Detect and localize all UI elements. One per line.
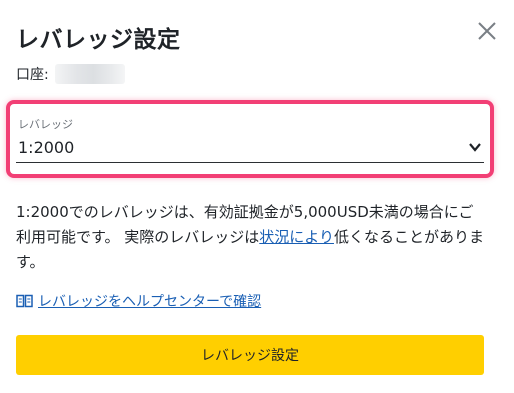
account-label: 口座: xyxy=(16,67,49,83)
chevron-down-icon xyxy=(469,143,481,152)
conditions-link[interactable]: 状況により xyxy=(259,228,334,246)
close-icon[interactable] xyxy=(474,18,500,44)
book-icon xyxy=(16,294,33,308)
leverage-value: 1:2000 xyxy=(18,138,75,157)
dialog-title: レバレッジ設定 xyxy=(16,27,181,53)
account-number-blurred xyxy=(54,64,125,84)
leverage-select[interactable]: レバレッジ 1:2000 xyxy=(16,112,484,163)
leverage-description: 1:2000でのレバレッジは、有効証拠金が5,000USD未満の場合にご利用可能… xyxy=(16,200,486,275)
help-link-label: レバレッジをヘルプセンターで確認 xyxy=(38,294,262,310)
account-row: 口座: xyxy=(16,64,125,84)
help-center-link[interactable]: レバレッジをヘルプセンターで確認 xyxy=(16,291,261,311)
set-leverage-button[interactable]: レバレッジ設定 xyxy=(16,335,484,375)
leverage-label: レバレッジ xyxy=(18,118,73,131)
